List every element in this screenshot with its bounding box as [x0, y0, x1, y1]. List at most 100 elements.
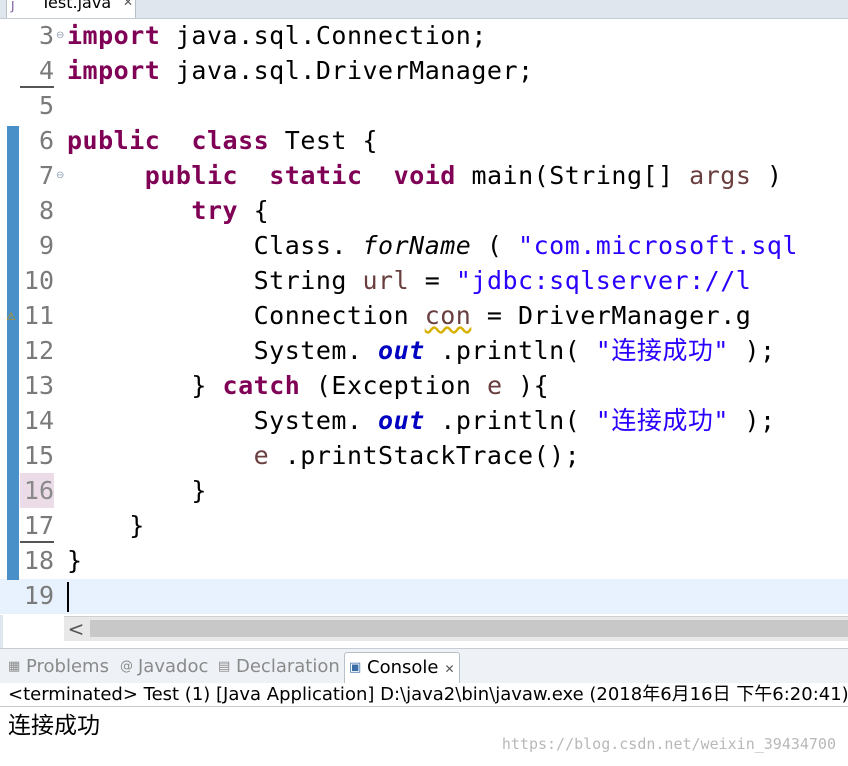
code-text: try { — [67, 193, 269, 228]
line-number: 11 — [23, 301, 54, 330]
line-number: 16 — [20, 473, 54, 508]
code-token: con — [424, 301, 472, 330]
code-token: } — [129, 511, 145, 540]
code-token: } — [191, 476, 207, 505]
horizontal-scrollbar[interactable]: < — [64, 616, 848, 641]
code-token: System. — [253, 336, 363, 365]
code-line[interactable]: 5 — [0, 88, 848, 123]
code-token: e — [253, 441, 270, 470]
code-token: main(String[] — [471, 161, 674, 190]
code-line[interactable]: 4 import java.sql.DriverManager; — [0, 53, 848, 88]
code-token: Connection — [253, 301, 410, 330]
code-text: } — [67, 543, 83, 578]
code-token: forName — [362, 231, 472, 260]
line-number: 15 — [23, 441, 54, 470]
code-token: "com.microsoft.sql — [518, 231, 798, 260]
code-line[interactable]: 16 } — [0, 473, 848, 508]
code-token: ); — [744, 336, 776, 365]
code-token: catch — [222, 371, 301, 400]
code-token: = DriverManager.g — [486, 301, 752, 330]
editor-tab-strip: J Test.java ✕ — [0, 0, 848, 19]
tab-declaration[interactable]: ▤ Declaration — [218, 654, 340, 680]
scrollbar-thumb[interactable] — [90, 620, 848, 637]
java-file-icon: J — [11, 0, 15, 13]
code-token: } — [67, 546, 83, 575]
javadoc-icon: @ — [120, 659, 133, 674]
code-line[interactable]: 19 — [0, 578, 848, 613]
code-token: class — [191, 126, 270, 155]
tab-problems[interactable]: ▦ Problems — [8, 654, 109, 680]
code-text: import java.sql.DriverManager; — [67, 53, 534, 88]
line-number: 18 — [23, 546, 54, 575]
editor-tab-title: Test.java — [41, 0, 112, 12]
console-status-line: <terminated> Test (1) [Java Application]… — [0, 683, 848, 707]
code-line[interactable]: 11 ⚠ Connection con = DriverManager.g — [0, 298, 848, 333]
code-token: .printStackTrace(); — [284, 441, 581, 470]
tab-declaration-label: Declaration — [236, 656, 340, 677]
code-line[interactable]: 15 e .printStackTrace(); — [0, 438, 848, 473]
code-token: void — [393, 161, 456, 190]
code-token: ) — [766, 161, 783, 190]
tab-console-label: Console — [367, 657, 439, 678]
code-line[interactable]: 6 public class Test { — [0, 123, 848, 158]
code-text: String url = "jdbc:sqlserver://l — [67, 263, 751, 298]
code-line[interactable]: 13 } catch (Exception e ){ — [0, 368, 848, 403]
code-token: (Exception — [315, 371, 472, 400]
code-line[interactable]: 8 try { — [0, 193, 848, 228]
tab-javadoc-label: Javadoc — [138, 656, 209, 677]
close-icon[interactable]: ✕ — [444, 662, 454, 676]
code-text: import java.sql.Connection; — [67, 19, 487, 53]
bottom-panel-tabs: ▦ Problems @ Javadoc ▤ Declaration ▣ Console… — [0, 648, 848, 684]
close-icon[interactable]: ✕ — [123, 0, 133, 9]
problems-icon: ▦ — [8, 659, 21, 674]
code-token: String — [253, 266, 347, 295]
code-line[interactable]: 18} — [0, 543, 848, 578]
line-number: 10 — [23, 266, 54, 295]
code-token: Test { — [284, 126, 379, 155]
code-token: "连接成功" — [595, 406, 729, 435]
code-line[interactable]: 3 ⊖ import java.sql.Connection; — [0, 19, 848, 53]
code-line[interactable]: 7 ⊖ public static void main(String[] args… — [0, 158, 848, 193]
code-token: "连接成功" — [595, 336, 729, 365]
code-text: Connection con = DriverManager.g — [67, 298, 751, 333]
line-number: 19 — [23, 581, 54, 610]
code-token: .println( — [440, 336, 581, 365]
code-token: "jdbc:sqlserver://l — [455, 266, 752, 295]
line-number: 4 — [20, 53, 54, 88]
code-line[interactable]: 12 System. out .println( "连接成功" ); — [0, 333, 848, 368]
code-token: out — [378, 406, 425, 435]
scroll-left-arrow-icon[interactable]: < — [66, 617, 86, 641]
code-text: System. out .println( "连接成功" ); — [67, 333, 776, 368]
code-editor[interactable]: 3 ⊖ import java.sql.Connection; 4 import jav… — [0, 19, 848, 615]
fold-minus-icon[interactable]: ⊖ — [56, 170, 64, 181]
code-token: try — [191, 196, 239, 225]
code-token: ( — [486, 231, 503, 260]
code-token: { — [253, 196, 270, 225]
tab-javadoc[interactable]: @ Javadoc — [120, 654, 208, 680]
code-token: import — [67, 21, 161, 50]
line-number: 17 — [20, 508, 54, 543]
line-number: 9 — [38, 231, 54, 260]
code-token: ){ — [518, 371, 550, 400]
code-line[interactable]: 10 String url = "jdbc:sqlserver://l — [0, 263, 848, 298]
code-token: ); — [744, 406, 776, 435]
code-token: static — [269, 161, 363, 190]
code-text: e .printStackTrace(); — [67, 438, 580, 473]
tab-console[interactable]: ▣ Console ✕ — [344, 652, 460, 683]
warning-bulb-icon[interactable]: ⚠ — [6, 310, 16, 323]
fold-minus-icon[interactable]: ⊖ — [56, 30, 64, 41]
code-text: public static void main(String[] args ) — [67, 158, 783, 193]
code-token: java.sql.DriverManager; — [175, 56, 534, 85]
code-token: import — [67, 56, 161, 85]
code-line[interactable]: 14 System. out .println( "连接成功" ); — [0, 403, 848, 438]
code-token: .println( — [440, 406, 581, 435]
code-line[interactable]: 9 Class. forName ( "com.microsoft.sql — [0, 228, 848, 263]
console-icon: ▣ — [349, 660, 362, 675]
editor-tab-test-java[interactable]: J Test.java ✕ — [6, 0, 136, 18]
code-token: java.sql.Connection; — [175, 21, 487, 50]
code-line[interactable]: 17 } — [0, 508, 848, 543]
code-token: e — [486, 371, 503, 400]
code-token: public — [144, 161, 239, 190]
line-number: 5 — [38, 91, 54, 120]
line-number: 7 — [38, 161, 54, 190]
